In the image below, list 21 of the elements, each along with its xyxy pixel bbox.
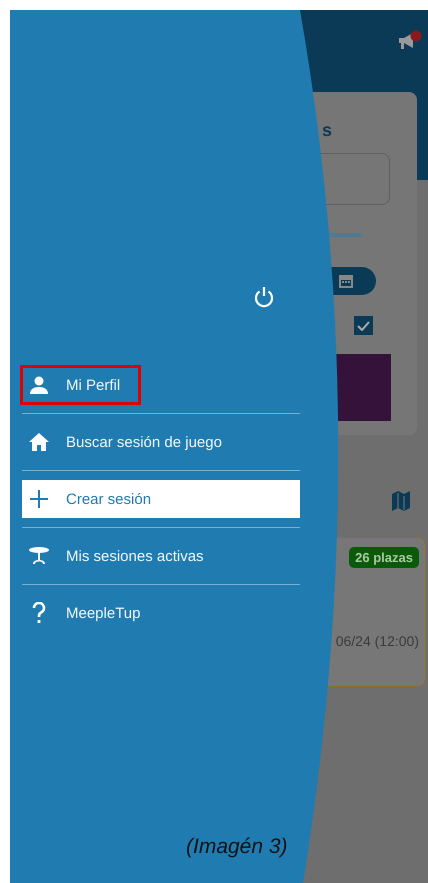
question-icon: [32, 602, 46, 624]
seats-badge: 26 plazas: [349, 547, 419, 568]
table-icon: [28, 546, 50, 566]
caption: (Imagén 3): [186, 835, 289, 859]
person-icon: [29, 375, 49, 395]
session-date: 06/24 (12:00): [336, 633, 419, 649]
check-icon: [357, 320, 370, 330]
power-icon[interactable]: [253, 286, 275, 308]
menu-item[interactable]: MeepleTup: [22, 594, 300, 632]
card-title: s: [322, 120, 332, 141]
menu-item[interactable]: Mis sesiones activas: [22, 537, 300, 575]
home-icon: [28, 432, 50, 452]
menu-item[interactable]: Mi Perfil: [22, 366, 300, 404]
plus-icon: [30, 490, 48, 508]
menu-item[interactable]: Buscar sesión de juego: [22, 423, 300, 461]
highlight-frame: Mi Perfil: [20, 365, 142, 405]
calendar-icon: [338, 273, 354, 289]
map-icon[interactable]: [392, 491, 410, 511]
megaphone-icon[interactable]: [398, 30, 422, 52]
checkbox[interactable]: [354, 316, 373, 335]
menu-item[interactable]: Crear sesión: [22, 480, 300, 518]
